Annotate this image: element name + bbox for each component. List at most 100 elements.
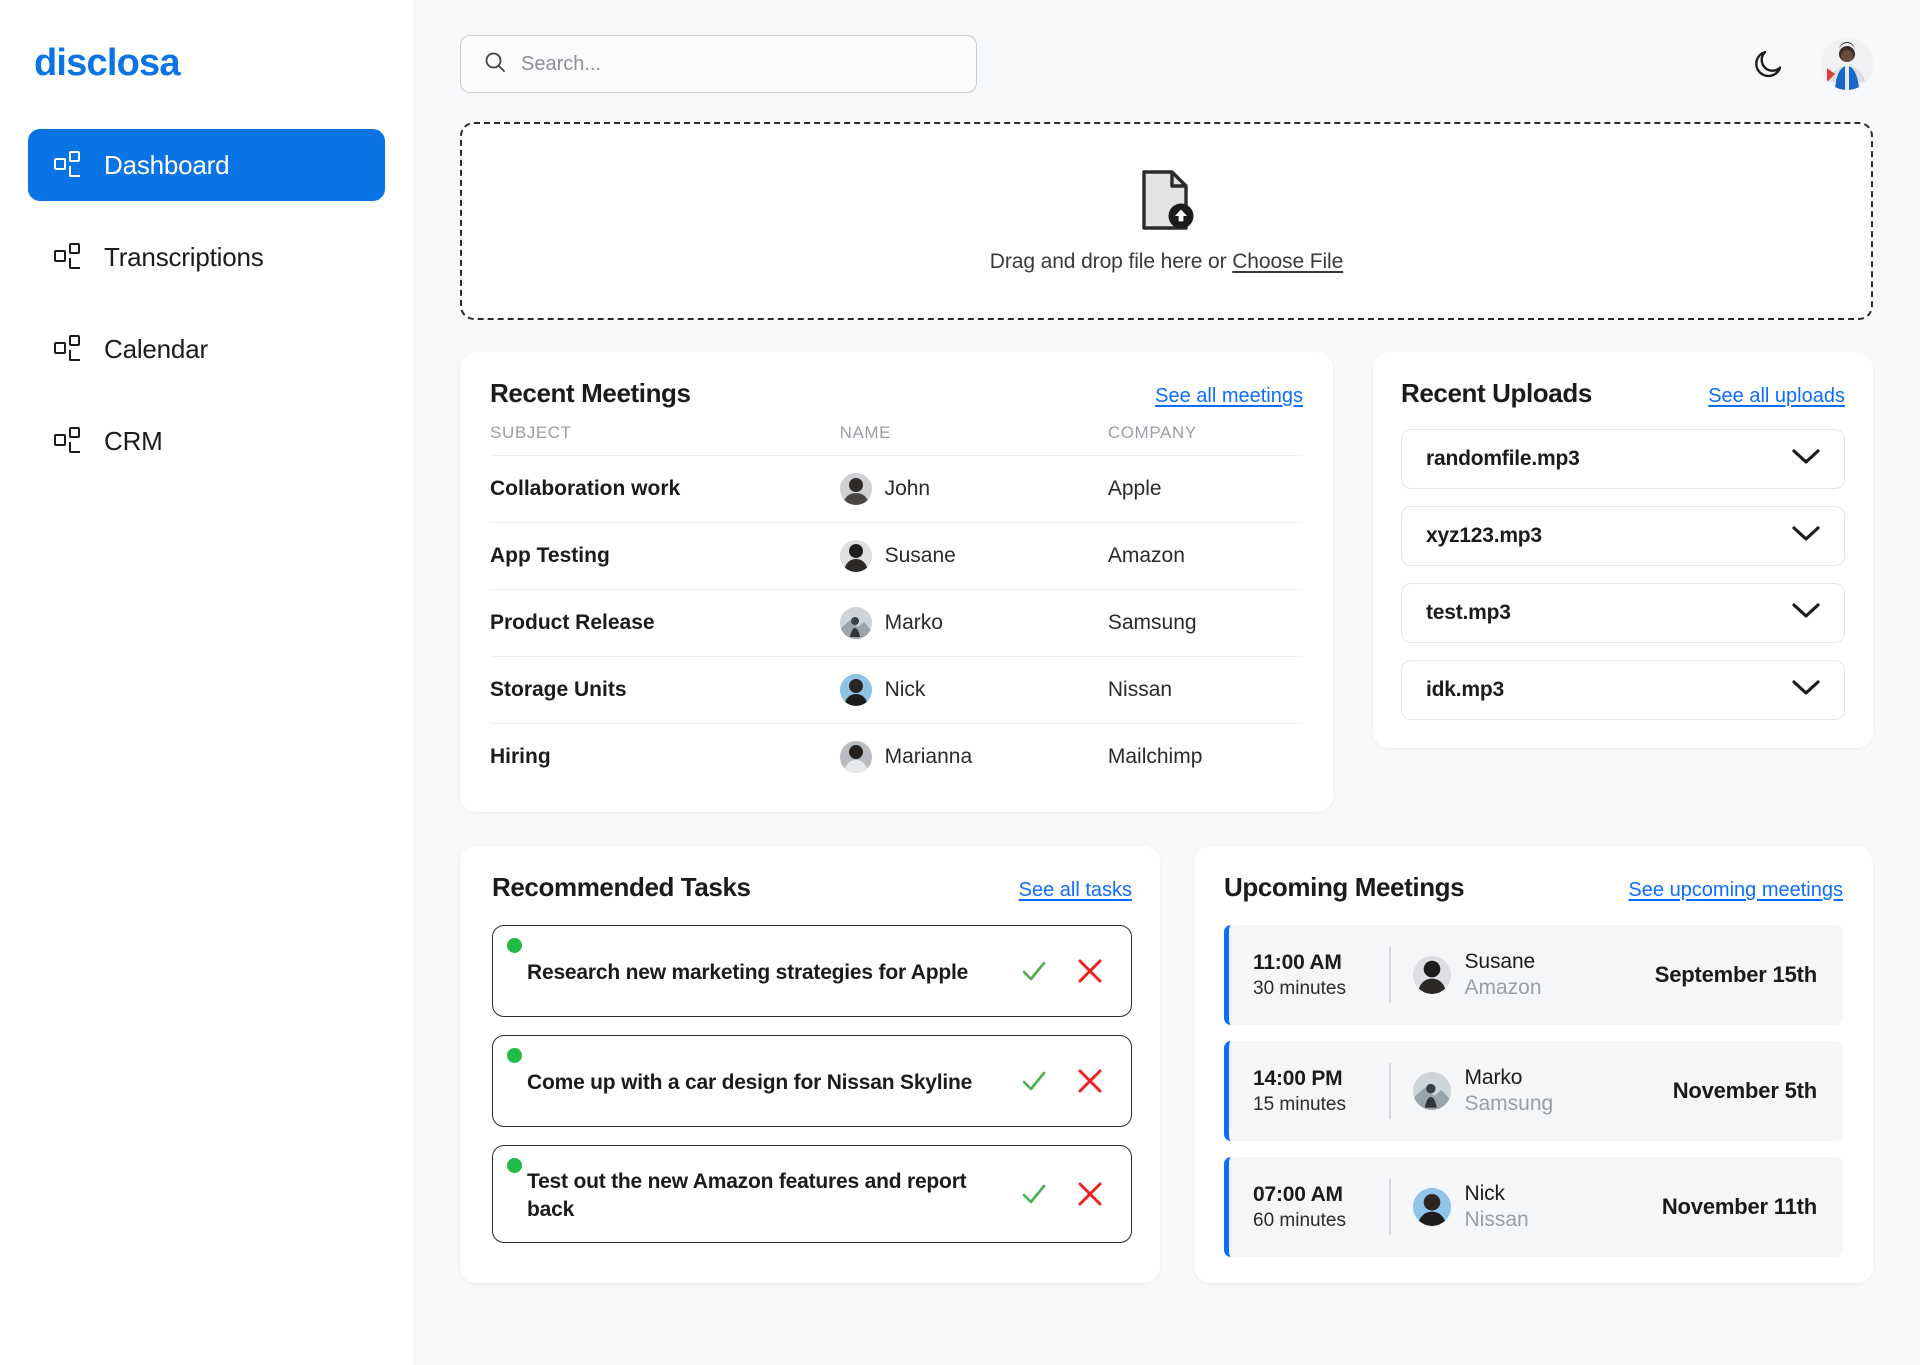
meeting-duration: 60 minutes [1253,1209,1346,1231]
table-row[interactable]: Hiring Marianna Mailchimp [490,723,1303,790]
uploads-list: randomfile.mp3 xyz123.mp3 test.mp3 idk.m… [1401,429,1845,720]
list-item[interactable]: test.mp3 [1401,583,1845,643]
see-all-meetings-link[interactable]: See all meetings [1155,385,1303,408]
list-item[interactable]: Test out the new Amazon features and rep… [492,1145,1132,1243]
recent-meetings-table: SUBJECT NAME COMPANY Collaboration work [490,409,1303,790]
list-item[interactable]: 14:00 PM 15 minutes Marko Samsung Novemb… [1224,1041,1843,1141]
search-box[interactable] [460,35,977,93]
table-row[interactable]: Collaboration work John Apple [490,455,1303,523]
meeting-company: Apple [1107,455,1303,523]
search-input[interactable] [521,52,954,76]
card-header: Upcoming Meetings See upcoming meetings [1224,872,1843,903]
sidebar: disclosa Dashboard Transcriptions Calend… [0,0,413,1365]
meeting-date: November 5th [1672,1078,1818,1103]
table-header-row: SUBJECT NAME COMPANY [490,409,1303,456]
choose-file-link[interactable]: Choose File [1232,250,1343,273]
meeting-person: Nick Nissan [1412,1182,1662,1232]
meeting-person: Marko Samsung [1412,1066,1673,1116]
meeting-name-cell: Marianna [839,723,1108,790]
check-icon[interactable] [1019,956,1049,986]
sidebar-item-label: Dashboard [104,149,230,180]
user-avatar [1821,38,1873,90]
close-icon[interactable] [1075,1179,1105,1209]
list-item[interactable]: randomfile.mp3 [1401,429,1845,489]
chevron-down-icon[interactable] [1792,525,1820,548]
meeting-time: 11:00 AM [1253,950,1342,974]
upload-file-name: randomfile.mp3 [1426,447,1580,470]
avatar[interactable] [1821,38,1873,90]
status-badge [507,938,522,953]
grid-icon [54,151,82,179]
meeting-name: Marko [1464,1066,1523,1089]
sidebar-item-label: Transcriptions [104,241,264,272]
meeting-company: Amazon [1464,976,1542,999]
meeting-company: Amazon [1107,522,1303,590]
topbar-actions [1749,38,1873,90]
sidebar-item-dashboard[interactable]: Dashboard [28,129,385,201]
close-icon[interactable] [1075,956,1105,986]
meeting-time: 07:00 AM [1253,1182,1343,1206]
dashboard-row-two: Recommended Tasks See all tasks Research… [460,846,1873,1283]
see-all-tasks-link[interactable]: See all tasks [1019,879,1132,902]
close-icon[interactable] [1075,1066,1105,1096]
chevron-down-icon[interactable] [1792,602,1820,625]
card-header: Recent Meetings See all meetings [490,378,1303,409]
meeting-duration: 15 minutes [1253,1093,1346,1115]
avatar [839,540,872,572]
card-header: Recent Uploads See all uploads [1401,378,1845,409]
grid-icon [54,335,82,363]
chevron-down-icon[interactable] [1792,679,1820,702]
chevron-down-icon[interactable] [1792,448,1820,471]
meeting-company: Samsung [1107,589,1303,657]
meeting-duration: 30 minutes [1253,977,1346,999]
page-title: Recent Uploads [1401,378,1592,408]
sidebar-item-crm[interactable]: CRM [28,405,385,477]
app-root: disclosa Dashboard Transcriptions Calend… [0,0,1920,1365]
meeting-time-block: 11:00 AM 30 minutes [1253,951,1383,1000]
list-item[interactable]: xyz123.mp3 [1401,506,1845,566]
file-dropzone[interactable]: Drag and drop file here or Choose File [460,122,1873,320]
card-header: Recommended Tasks See all tasks [492,872,1132,903]
meeting-name-cell: Nick [839,656,1108,724]
list-item[interactable]: Come up with a car design for Nissan Sky… [492,1035,1132,1127]
dropzone-message: Drag and drop file here or Choose File [990,250,1344,274]
sidebar-item-calendar[interactable]: Calendar [28,313,385,385]
list-item[interactable]: 11:00 AM 30 minutes Susane Amazon Septem… [1224,925,1843,1025]
list-item[interactable]: 07:00 AM 60 minutes Nick Nissan November… [1224,1157,1843,1257]
sidebar-item-label: Calendar [104,333,208,364]
meeting-time: 14:00 PM [1253,1066,1343,1090]
meeting-name-cell: John [839,455,1108,523]
column-header-company: COMPANY [1107,423,1197,442]
meeting-company: Mailchimp [1107,723,1303,790]
page-title: Upcoming Meetings [1224,872,1465,902]
table-row[interactable]: App Testing Susane Amazon [490,522,1303,590]
list-item[interactable]: Research new marketing strategies for Ap… [492,925,1132,1017]
meeting-subject: App Testing [490,522,840,590]
check-icon[interactable] [1019,1066,1049,1096]
column-header-name: NAME [839,423,892,442]
meeting-subject: Collaboration work [490,455,840,523]
search-icon [483,50,507,79]
see-upcoming-meetings-link[interactable]: See upcoming meetings [1628,879,1843,902]
avatar [839,674,872,706]
meeting-company: Samsung [1464,1092,1554,1115]
main-content: Drag and drop file here or Choose File R… [413,0,1920,1365]
meeting-name: Nick [884,678,926,701]
see-all-uploads-link[interactable]: See all uploads [1708,385,1845,408]
grid-icon [54,243,82,271]
avatar [1412,1072,1451,1110]
meeting-time-block: 14:00 PM 15 minutes [1253,1067,1383,1116]
table-row[interactable]: Product Release Marko Samsung [490,589,1303,657]
upload-file-name: test.mp3 [1426,601,1511,624]
list-item[interactable]: idk.mp3 [1401,660,1845,720]
check-icon[interactable] [1019,1179,1049,1209]
sidebar-item-transcriptions[interactable]: Transcriptions [28,221,385,293]
meeting-company: Nissan [1107,656,1303,724]
task-actions [1019,1066,1109,1096]
meeting-person: Susane Amazon [1412,950,1655,1000]
moon-icon[interactable] [1749,45,1787,83]
meeting-name: Nick [1464,1182,1506,1205]
meeting-subject: Storage Units [490,656,840,724]
table-row[interactable]: Storage Units Nick Nissan [490,656,1303,724]
page-title: Recommended Tasks [492,872,751,902]
